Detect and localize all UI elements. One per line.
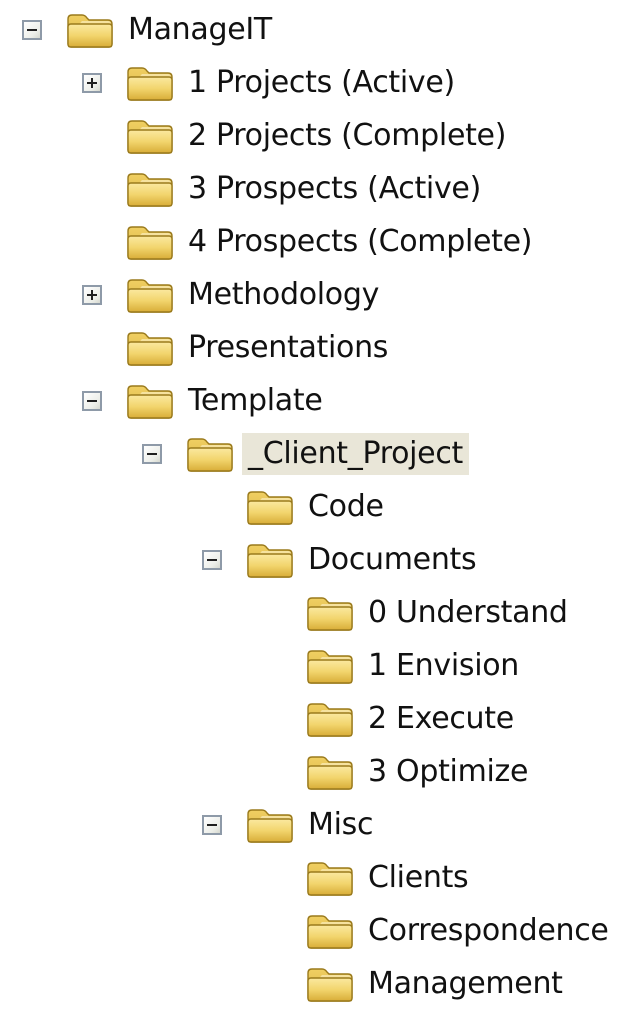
tree-item[interactable]: 0 Understand (0, 586, 619, 639)
tree-item[interactable]: Template (0, 374, 619, 427)
tree-item[interactable]: 4 Prospects (Complete) (0, 215, 619, 268)
tree-item[interactable]: 3 Optimize (0, 745, 619, 798)
minus-icon[interactable] (142, 443, 162, 464)
folder-icon (306, 912, 354, 950)
tree-item[interactable]: Misc (0, 798, 619, 851)
folder-icon (246, 806, 294, 844)
tree-item[interactable]: Code (0, 480, 619, 533)
folder-icon (306, 594, 354, 632)
folder-icon (186, 435, 234, 473)
folder-icon (126, 382, 174, 420)
tree-item-label[interactable]: Presentations (188, 327, 388, 369)
folder-icon (126, 64, 174, 102)
folder-icon (246, 488, 294, 526)
tree-item[interactable]: Clients (0, 851, 619, 904)
tree-item-label[interactable]: Misc (308, 804, 373, 846)
plus-icon[interactable] (82, 284, 102, 305)
minus-icon[interactable] (202, 549, 222, 570)
tree-item-label[interactable]: Template (188, 380, 323, 422)
folder-icon (126, 223, 174, 261)
tree-item-label[interactable]: 2 Projects (Complete) (188, 115, 506, 157)
folder-icon (126, 170, 174, 208)
folder-icon (306, 647, 354, 685)
folder-tree: ManageIT 1 Projects (Active) 2 Projects (C… (0, 0, 619, 1002)
tree-item[interactable]: Correspondence (0, 904, 619, 957)
tree-item-label[interactable]: Management (368, 963, 563, 1005)
minus-icon[interactable] (22, 19, 42, 40)
folder-icon (306, 753, 354, 791)
tree-item-label[interactable]: 3 Prospects (Active) (188, 168, 481, 210)
tree-item-label[interactable]: 3 Optimize (368, 751, 528, 793)
tree-item-label[interactable]: Correspondence (368, 910, 609, 952)
folder-icon (126, 276, 174, 314)
tree-item[interactable]: 1 Envision (0, 639, 619, 692)
tree-item[interactable]: Management (0, 957, 619, 1010)
tree-item[interactable]: 2 Projects (Complete) (0, 109, 619, 162)
folder-icon (306, 859, 354, 897)
tree-item-label[interactable]: ManageIT (128, 9, 272, 51)
minus-icon[interactable] (82, 390, 102, 411)
folder-icon (306, 700, 354, 738)
tree-item-label[interactable]: Clients (368, 857, 469, 899)
tree-item[interactable]: 2 Execute (0, 692, 619, 745)
tree-item-label[interactable]: Documents (308, 539, 477, 581)
tree-item-label[interactable]: 0 Understand (368, 592, 568, 634)
tree-item[interactable]: ManageIT (0, 3, 619, 56)
tree-item-label[interactable]: 1 Projects (Active) (188, 62, 455, 104)
tree-item[interactable]: Methodology (0, 268, 619, 321)
folder-icon (126, 117, 174, 155)
tree-item[interactable]: 1 Projects (Active) (0, 56, 619, 109)
plus-icon[interactable] (82, 72, 102, 93)
tree-item-label[interactable]: Methodology (188, 274, 379, 316)
tree-item[interactable]: Documents (0, 533, 619, 586)
tree-item[interactable]: _Client_Project (0, 427, 619, 480)
tree-item-label[interactable]: _Client_Project (242, 432, 469, 475)
tree-item[interactable]: 3 Prospects (Active) (0, 162, 619, 215)
tree-item-label[interactable]: Code (308, 486, 384, 528)
folder-icon (246, 541, 294, 579)
tree-item-label[interactable]: 1 Envision (368, 645, 519, 687)
minus-icon[interactable] (202, 814, 222, 835)
folder-icon (126, 329, 174, 367)
folder-icon (66, 11, 114, 49)
tree-item-label[interactable]: 4 Prospects (Complete) (188, 221, 532, 263)
tree-item-label[interactable]: 2 Execute (368, 698, 514, 740)
tree-item[interactable]: Presentations (0, 321, 619, 374)
